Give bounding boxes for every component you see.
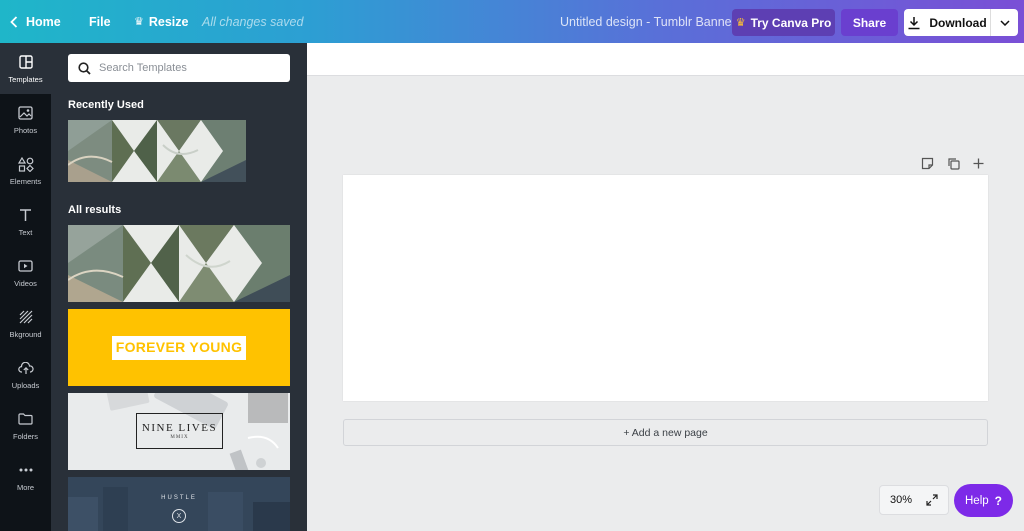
photos-icon xyxy=(18,104,33,122)
editor-toolbar xyxy=(307,43,1024,76)
zoom-control[interactable]: 30% xyxy=(879,485,949,515)
search-box[interactable] xyxy=(68,54,290,82)
more-icon xyxy=(19,461,33,479)
duplicate-page-button[interactable] xyxy=(945,155,961,171)
template-title-box: FOREVER YOUNG xyxy=(111,335,247,360)
search-icon xyxy=(78,61,91,75)
template-title: HUSTLE xyxy=(161,495,197,501)
resize-label: Resize xyxy=(148,14,189,29)
crown-icon: ♛ xyxy=(134,16,144,28)
folders-icon xyxy=(18,410,33,428)
download-button[interactable]: Download xyxy=(904,9,990,36)
top-bar: Home File ♛ Resize All changes saved Unt… xyxy=(0,0,1024,43)
landscape-collage-image xyxy=(68,120,246,182)
design-page[interactable] xyxy=(343,175,988,401)
zoom-level: 30% xyxy=(890,494,913,506)
search-input[interactable] xyxy=(99,62,269,74)
expand-icon[interactable] xyxy=(926,494,938,506)
download-label: Download xyxy=(929,15,987,30)
rail-item-folders[interactable]: Folders xyxy=(0,400,51,451)
template-badge: X xyxy=(172,509,186,523)
canvas-workspace: + Add a new page 30% Help ? xyxy=(307,43,1024,531)
side-rail: Templates Photos Elements Text Videos Bk… xyxy=(0,43,51,531)
template-thumbnail-hustle[interactable]: HUSTLE X xyxy=(68,477,290,531)
elements-icon xyxy=(17,155,34,173)
help-button[interactable]: Help ? xyxy=(954,484,1013,517)
question-mark-icon: ? xyxy=(994,493,1002,508)
text-icon xyxy=(19,206,32,224)
crown-icon: ♛ xyxy=(735,17,746,29)
canva-editor: Home File ♛ Resize All changes saved Unt… xyxy=(0,0,1024,531)
rail-item-background[interactable]: Bkground xyxy=(0,298,51,349)
rail-label: Videos xyxy=(14,279,37,288)
all-results-title: All results xyxy=(68,204,122,216)
background-icon xyxy=(19,308,33,326)
rail-item-templates[interactable]: Templates xyxy=(0,43,51,94)
chevron-down-icon xyxy=(999,19,1010,26)
uploads-icon xyxy=(17,359,34,377)
template-thumbnail-nine-lives[interactable]: NINE LIVES MMIX xyxy=(68,393,290,470)
note-icon xyxy=(921,157,933,169)
plus-icon xyxy=(973,158,983,168)
add-new-page-button[interactable]: + Add a new page xyxy=(343,419,988,446)
template-title: FOREVER YOUNG xyxy=(115,338,243,355)
page-notes-button[interactable] xyxy=(919,155,935,171)
try-canva-pro-button[interactable]: ♛ Try Canva Pro xyxy=(732,9,835,36)
add-page-label: + Add a new page xyxy=(623,426,708,439)
file-label: File xyxy=(89,14,111,29)
templates-icon xyxy=(18,53,33,71)
home-label: Home xyxy=(26,14,61,29)
rail-label: More xyxy=(16,483,35,492)
save-status: All changes saved xyxy=(202,14,304,29)
help-label: Help xyxy=(965,494,989,507)
templates-panel: Recently Used xyxy=(51,43,307,531)
rail-item-text[interactable]: Text xyxy=(0,196,51,247)
chevron-left-icon xyxy=(10,15,18,28)
rail-item-more[interactable]: More xyxy=(0,451,51,502)
download-icon xyxy=(908,16,920,29)
share-label: Share xyxy=(852,15,887,30)
videos-icon xyxy=(18,257,33,275)
recently-used-title: Recently Used xyxy=(68,99,144,111)
template-title: NINE LIVES xyxy=(141,422,218,434)
rail-item-uploads[interactable]: Uploads xyxy=(0,349,51,400)
recent-template-thumbnail[interactable] xyxy=(68,120,246,182)
rail-item-photos[interactable]: Photos xyxy=(0,94,51,145)
template-title-box: NINE LIVES MMIX xyxy=(136,413,223,449)
download-options-button[interactable] xyxy=(990,9,1018,36)
document-title[interactable]: Untitled design - Tumblr Banner xyxy=(560,0,736,43)
home-button[interactable]: Home xyxy=(10,0,61,43)
share-button[interactable]: Share xyxy=(841,9,898,36)
copy-icon xyxy=(947,157,960,170)
rail-label: Bkground xyxy=(9,330,42,339)
rail-label: Uploads xyxy=(11,381,40,390)
pro-label: Try Canva Pro xyxy=(750,15,832,30)
rail-label: Templates xyxy=(8,75,43,84)
rail-label: Text xyxy=(18,228,33,237)
template-subtitle: MMIX xyxy=(170,435,189,440)
rail-label: Photos xyxy=(13,126,38,135)
rail-label: Elements xyxy=(9,177,42,186)
rail-label: Folders xyxy=(12,432,38,441)
template-thumbnail-collage[interactable] xyxy=(68,225,290,302)
rail-item-videos[interactable]: Videos xyxy=(0,247,51,298)
template-thumbnail-forever-young[interactable]: FOREVER YOUNG xyxy=(68,309,290,386)
rail-item-elements[interactable]: Elements xyxy=(0,145,51,196)
landscape-collage-image xyxy=(68,225,290,302)
add-page-button[interactable] xyxy=(970,155,986,171)
resize-button[interactable]: ♛ Resize xyxy=(134,0,188,43)
file-menu-button[interactable]: File xyxy=(89,0,111,43)
